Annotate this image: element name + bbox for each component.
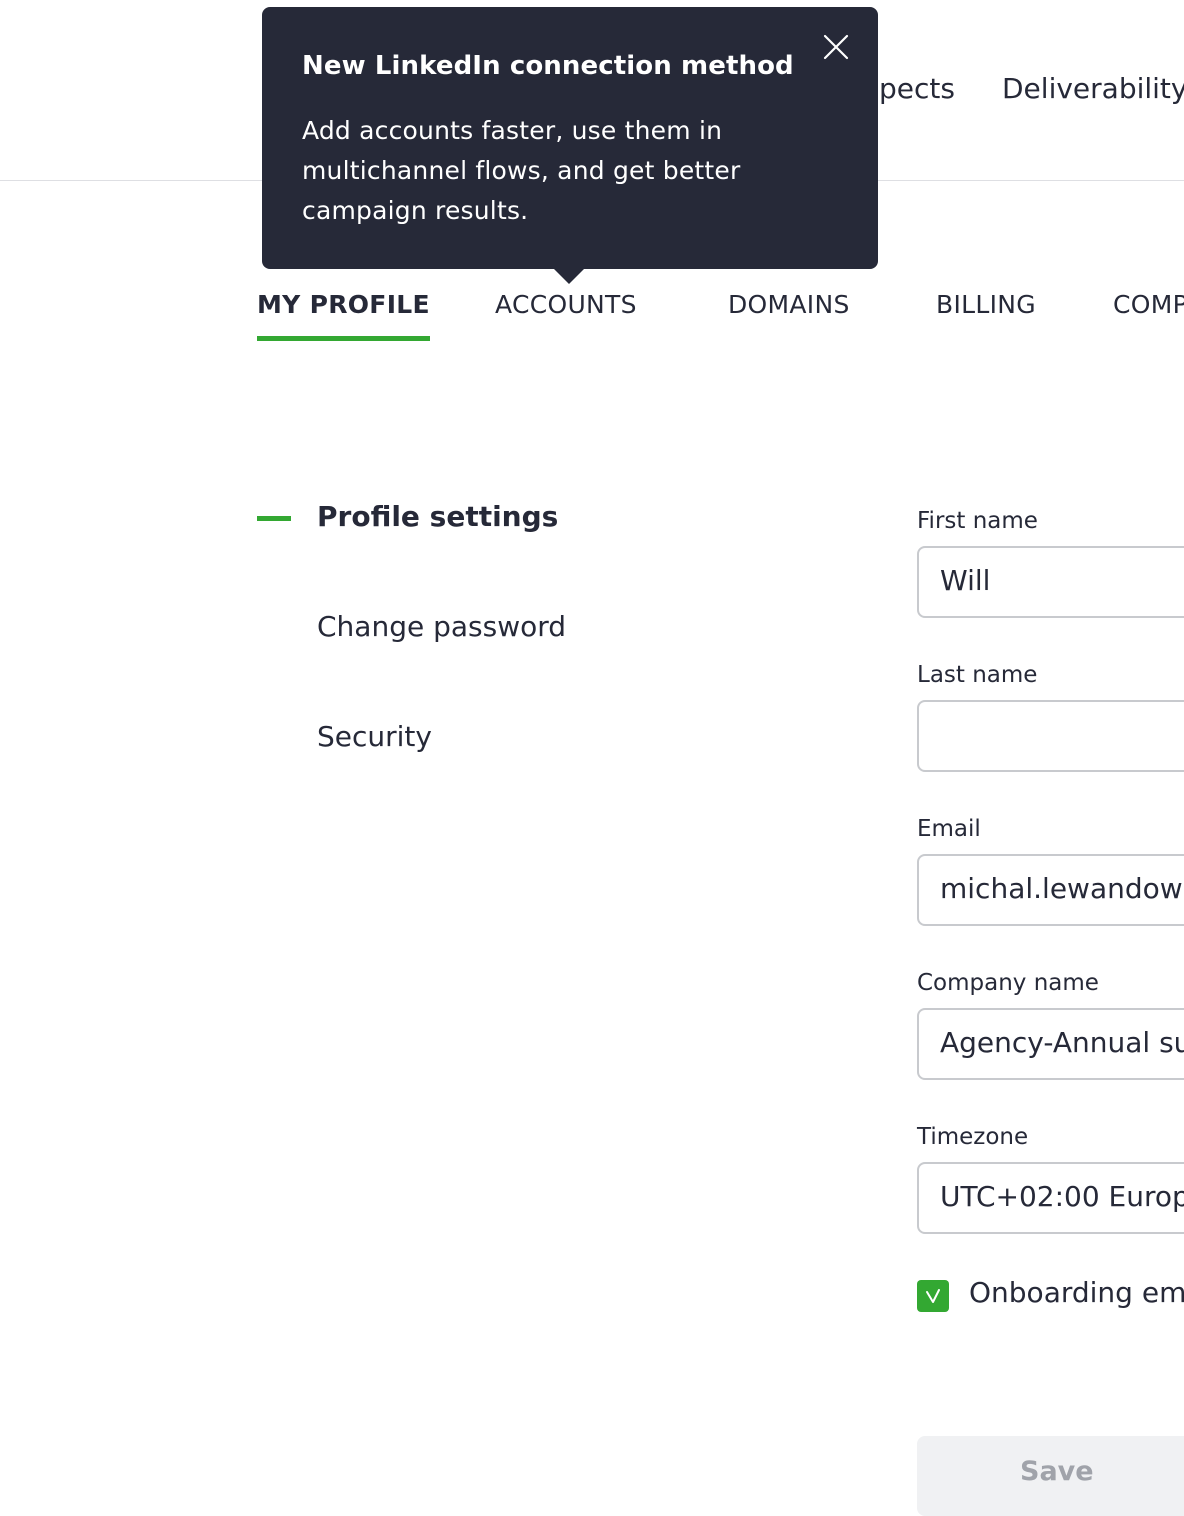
tooltip-title: New LinkedIn connection method <box>302 51 794 81</box>
tab-company[interactable]: COMPANY <box>1113 290 1184 319</box>
onboarding-checkbox-label[interactable]: Onboarding emails <box>969 1276 1184 1309</box>
section-security[interactable]: Security <box>317 720 432 753</box>
onboarding-checkbox[interactable] <box>917 1280 949 1312</box>
timezone-select[interactable]: UTC+02:00 Europe/Warsaw <box>917 1162 1184 1234</box>
linkedin-tooltip: New LinkedIn connection method Add accou… <box>262 7 878 284</box>
tab-accounts[interactable]: ACCOUNTS <box>495 290 637 319</box>
company-name-label: Company name <box>917 970 1099 996</box>
first-name-field[interactable]: Will <box>917 546 1184 618</box>
close-icon[interactable] <box>818 29 854 65</box>
nav-deliverability[interactable]: Deliverability <box>1002 72 1184 105</box>
email-field[interactable]: michal.lewandowski <box>917 854 1184 926</box>
section-profile-settings[interactable]: Profile settings <box>317 500 558 533</box>
email-label: Email <box>917 816 981 842</box>
timezone-label: Timezone <box>917 1124 1029 1150</box>
check-icon <box>926 1289 940 1303</box>
first-name-label: First name <box>917 508 1038 534</box>
tab-domains[interactable]: DOMAINS <box>728 290 850 319</box>
last-name-field[interactable] <box>917 700 1184 772</box>
company-name-field[interactable]: Agency-Annual subscription <box>917 1008 1184 1080</box>
tooltip-arrow <box>553 268 585 284</box>
tooltip-body: Add accounts faster, use them in multich… <box>302 116 741 225</box>
section-change-password[interactable]: Change password <box>317 610 566 643</box>
active-section-marker <box>257 516 291 521</box>
tab-billing[interactable]: BILLING <box>936 290 1036 319</box>
save-button[interactable]: Save <box>917 1436 1184 1516</box>
tab-my-profile[interactable]: MY PROFILE <box>257 290 430 341</box>
last-name-label: Last name <box>917 662 1038 688</box>
